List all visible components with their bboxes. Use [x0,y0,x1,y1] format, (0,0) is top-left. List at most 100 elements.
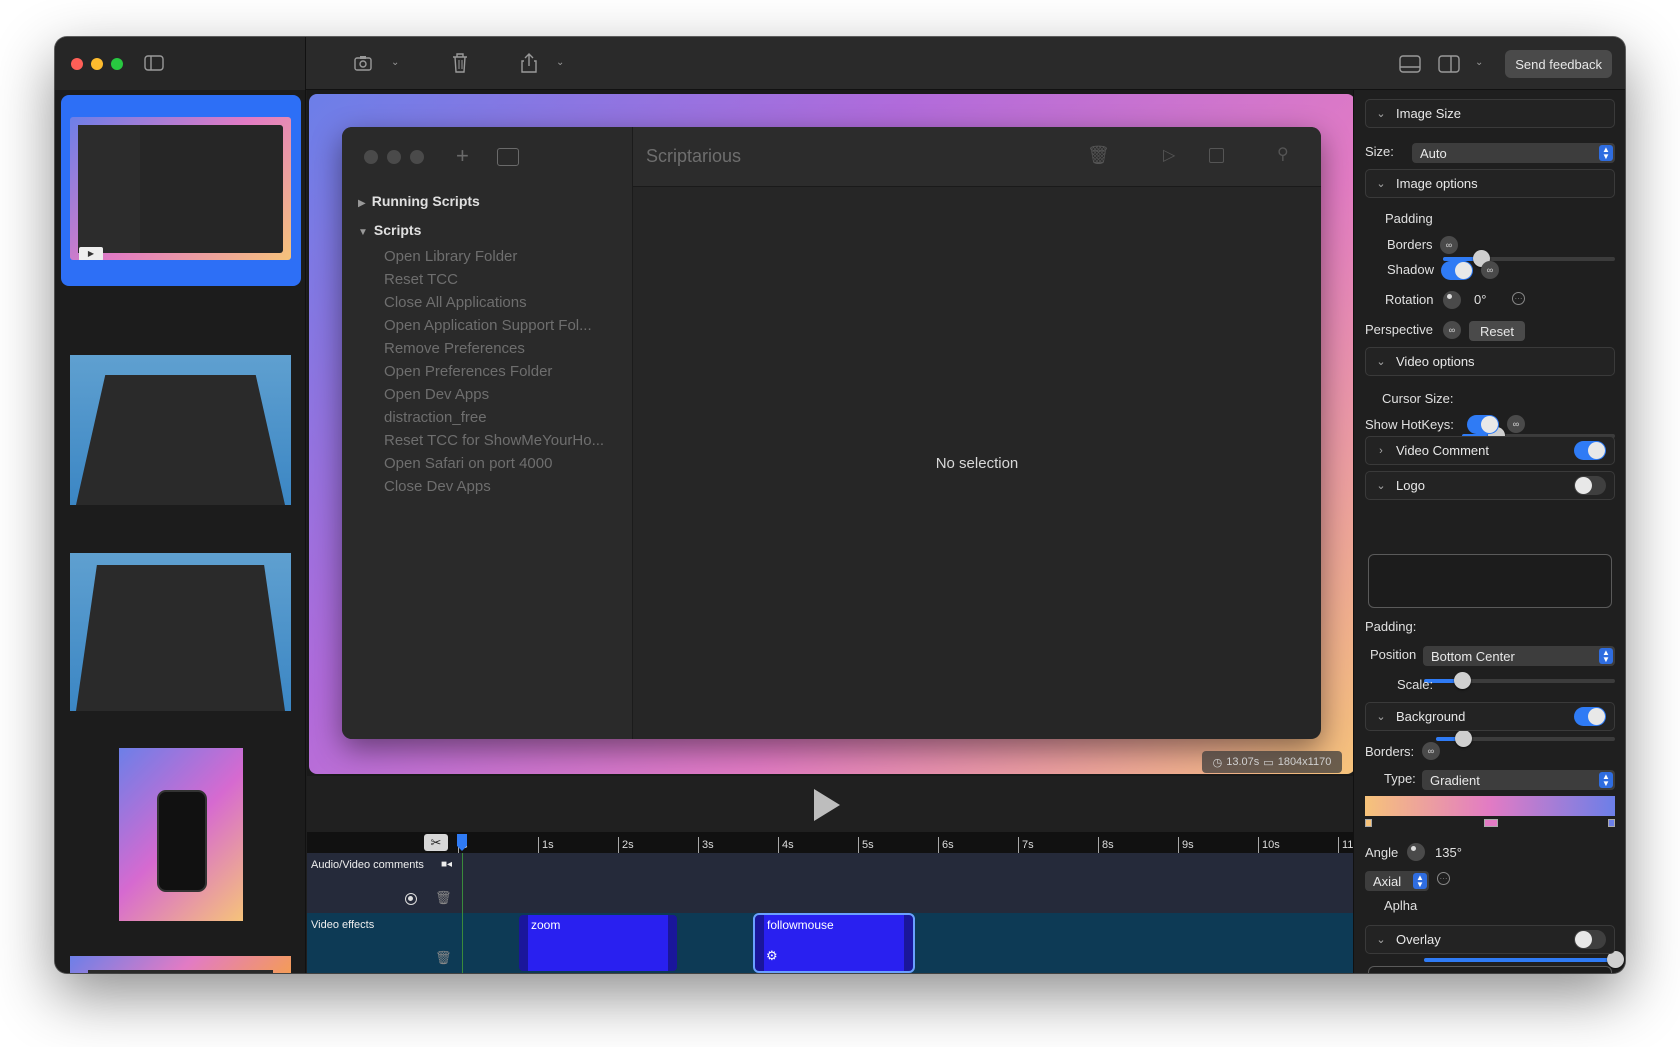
chevron-down-icon: ⌄ [1376,934,1386,946]
thumbnail-2[interactable] [70,355,291,505]
thumbnail-1[interactable]: ▶ [70,117,291,260]
gear-icon[interactable]: ⚙ [766,948,778,964]
followmouse-clip[interactable]: followmouse ⚙ [753,913,915,973]
tick-label: 4s [778,837,794,853]
thumbnail-3[interactable] [70,553,291,711]
shadow-label: Shadow [1387,262,1434,277]
logo-section[interactable]: ⌄ Logo [1365,471,1615,500]
video-effects-track[interactable]: Video effects 🗑 zoom followmouse ⚙ [307,913,1353,973]
size-select[interactable]: Auto ▲ ▼ [1412,143,1615,163]
clip-label: followmouse [767,918,834,932]
captured-stop-icon [1209,148,1224,163]
captured-pin-icon: ⚲ [1277,146,1289,163]
play-icon[interactable] [812,788,842,822]
scissors-icon[interactable]: ✂ [424,834,448,851]
gradient-stop[interactable] [1484,819,1498,827]
logo-padding-slider[interactable] [1424,672,1615,689]
chevron-right-icon: › [1379,444,1383,457]
inspector-panel: ⌄ Image Size Size: Auto ▲ ▼ ⌄ Image options … [1353,90,1625,973]
preview-canvas[interactable]: + ▶ Running Scripts ▼ Scripts Open Library… [309,94,1355,774]
script-item: Open Dev Apps [384,386,490,403]
trash-icon[interactable] [449,51,471,75]
script-item: Reset TCC for ShowMeYourHo... [384,432,605,449]
type-select[interactable]: Gradient ▲ ▼ [1422,770,1615,790]
minimize-window-button[interactable] [91,58,103,70]
audio-video-comments-track[interactable]: Audio/Video comments ■◂ 🗑 [307,853,1353,913]
share-chevron-down-icon[interactable]: ⌄ [556,57,564,68]
timeline-ruler: ✂ s 1s 2s 3s 4s 5s 6s 7s 8s 9s 10s 11s [307,832,1359,853]
tick-label: 7s [1018,837,1034,853]
player-bar [307,776,1353,832]
sidebar-toggle-icon[interactable] [143,54,165,72]
inspector-toggle-icon[interactable] [1437,54,1461,74]
add-icon: + [456,143,469,168]
link-icon[interactable]: ∞ [1422,742,1440,760]
background-section[interactable]: ⌄ Background [1365,702,1615,731]
gradient-stop[interactable] [1365,819,1372,827]
gradient-stop[interactable] [1608,819,1615,827]
show-hotkeys-toggle[interactable] [1467,415,1499,434]
logo-toggle[interactable] [1574,476,1606,495]
captured-trash-icon: 🗑 [1087,145,1110,165]
logo-drop-area[interactable] [1368,554,1612,608]
rotation-dial[interactable] [1443,291,1461,309]
thumbnail-4[interactable] [119,748,243,921]
script-item: Remove Preferences [384,340,525,357]
zoom-clip[interactable]: zoom [519,915,677,971]
more-icon[interactable]: ··· [1437,872,1450,885]
stepper-icon: ▲ ▼ [1599,648,1613,664]
track-trash-icon[interactable]: 🗑 [435,950,452,966]
captured-sidebar: + ▶ Running Scripts ▼ Scripts Open Library… [342,127,633,739]
captured-toolbar: Scriptarious 🗑 ▷ ⚲ [633,127,1321,187]
app-window: ⌄ ⌄ ⌄ Send feedback ▶ + ▶ Running Script… [55,37,1625,973]
background-toggle[interactable] [1574,707,1606,726]
alpha-slider[interactable] [1424,951,1624,968]
editor-area: + ▶ Running Scripts ▼ Scripts Open Library… [307,90,1359,973]
shadow-toggle[interactable] [1441,261,1473,280]
thumbnail-5[interactable] [70,956,291,973]
padding-slider[interactable] [1443,250,1615,267]
chevron-down-icon: ⌄ [1376,711,1386,723]
link-icon[interactable]: ∞ [1507,415,1525,433]
perspective-label: Perspective [1365,322,1433,337]
bottom-panel-toggle-icon[interactable] [1398,54,1422,74]
share-icon[interactable] [518,51,540,75]
tick-label: 5s [858,837,874,853]
position-label: Position [1370,647,1417,662]
video-options-section[interactable]: ⌄ Video options [1365,347,1615,376]
gradient-bar[interactable] [1365,796,1615,816]
position-select[interactable]: Bottom Center ▲ ▼ [1423,646,1615,666]
gradient-mode-select[interactable]: Axial ▲ ▼ [1365,871,1429,891]
link-icon[interactable]: ∞ [1443,321,1461,339]
link-icon[interactable]: ∞ [1481,261,1499,279]
zoom-window-button[interactable] [111,58,123,70]
stepper-icon: ▲ ▼ [1413,873,1427,889]
track-trash-icon[interactable]: 🗑 [435,890,452,906]
more-icon[interactable]: ··· [1512,292,1525,305]
record-icon[interactable] [405,893,417,905]
tick-label: 2s [618,837,634,853]
script-item: Close All Applications [384,294,527,311]
image-size-section[interactable]: ⌄ Image Size [1365,99,1615,128]
track-label: Video effects [311,919,375,931]
script-item: Open Library Folder [384,248,518,265]
borders-label: Borders [1387,237,1433,252]
video-camera-icon: ■◂ [441,859,453,870]
inspector-chevron-down-icon[interactable]: ⌄ [1475,57,1483,68]
send-feedback-button[interactable]: Send feedback [1505,50,1612,78]
video-comment-toggle[interactable] [1574,441,1606,460]
video-comment-section[interactable]: › Video Comment [1365,436,1615,465]
link-icon[interactable]: ∞ [1440,236,1458,254]
bg-borders-label: Borders: [1365,744,1415,759]
image-options-section[interactable]: ⌄ Image options [1365,169,1615,198]
reset-perspective-button[interactable]: Reset [1469,321,1525,341]
close-window-button[interactable] [71,58,83,70]
overlay-section[interactable]: ⌄ Overlay [1365,925,1615,954]
screenshot-chevron-down-icon[interactable]: ⌄ [391,57,399,68]
scripts-group: ▼ Scripts [358,222,422,238]
logo-scale-slider[interactable] [1436,730,1615,747]
overlay-toggle[interactable] [1574,930,1606,949]
angle-dial[interactable] [1407,843,1425,861]
overlay-drop-area[interactable] [1368,966,1612,973]
screenshot-icon[interactable] [352,52,374,74]
